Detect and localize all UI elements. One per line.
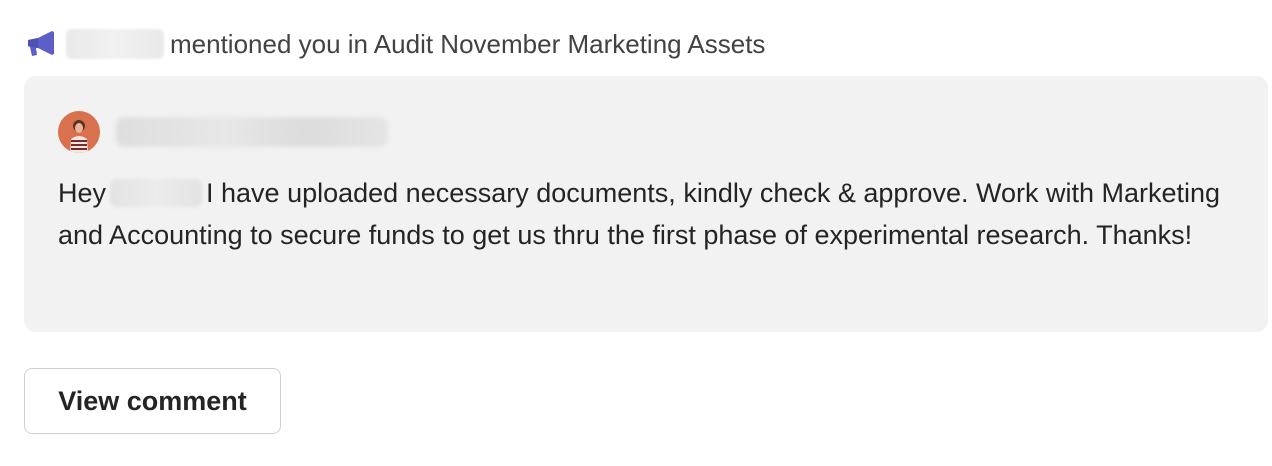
message-author [58,110,388,154]
view-comment-button[interactable]: View comment [24,368,281,434]
message-greeting: Hey [58,178,107,208]
redacted-mention [110,179,203,207]
megaphone-icon [24,30,56,58]
message-card: Hey I have uploaded necessary documents, … [24,76,1268,332]
notification-header: mentioned you in Audit November Marketin… [24,24,765,64]
redacted-author-name [116,117,388,147]
notification-page: mentioned you in Audit November Marketin… [0,0,1272,466]
avatar [58,111,100,153]
mention-header-text: mentioned you in Audit November Marketin… [170,29,766,59]
redacted-user-name [66,29,164,59]
message-body: Hey I have uploaded necessary documents, … [58,172,1238,256]
message-text: I have uploaded necessary documents, kin… [58,178,1221,250]
